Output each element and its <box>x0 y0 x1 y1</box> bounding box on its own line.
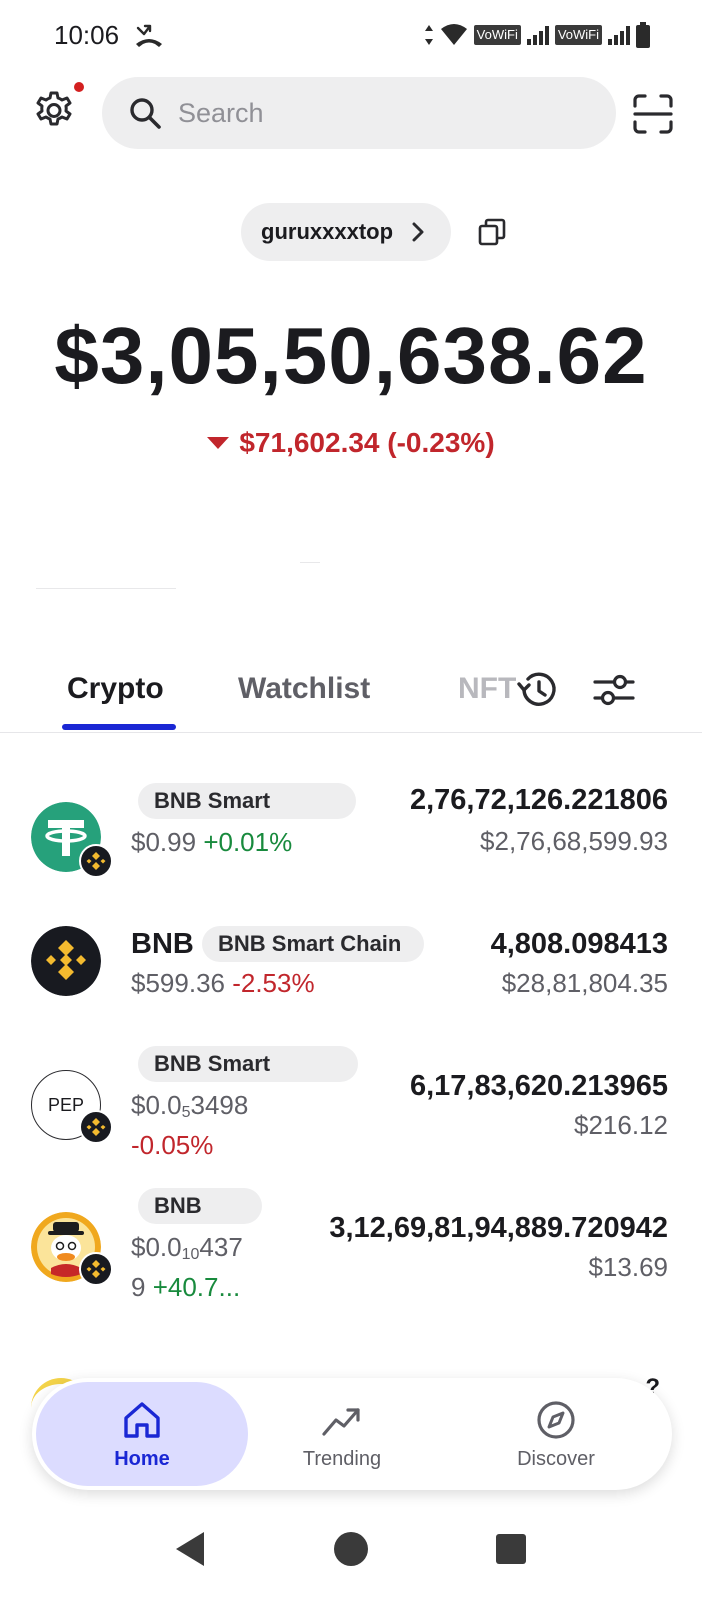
bottom-nav: Home Trending Discover <box>32 1378 672 1490</box>
vowifi-badge: VoWiFi <box>473 25 521 45</box>
nav-trending[interactable]: Trending <box>272 1378 412 1490</box>
wifi-icon <box>440 24 467 45</box>
chart-line <box>36 588 176 589</box>
price-digits: 3498 <box>190 1090 249 1120</box>
search-bar[interactable] <box>102 77 616 149</box>
asset-price: $0.053498 <box>131 1090 248 1122</box>
status-bar: 10:06 VoWiFi VoWiFi <box>0 0 702 72</box>
down-triangle-icon <box>207 437 230 449</box>
nav-trending-label: Trending <box>302 1447 382 1470</box>
chain-pill: BNB <box>138 1188 262 1224</box>
price-wrap-digit: 9 <box>131 1272 146 1302</box>
asset-row-duck[interactable]: BNB $0.010437 9 +40.7... 3,12,69,81,94,8… <box>0 1186 702 1306</box>
asset-row-pep[interactable]: PEP BNB Smart $0.053498 -0.05% 6,17,83,6… <box>0 1044 702 1174</box>
nav-home-label: Home <box>114 1447 170 1470</box>
chain-pill: BNB Smart <box>138 1046 358 1082</box>
asset-row-bnb[interactable]: BNB BNB Smart Chain $599.36 -2.53% 4,808… <box>0 922 702 1032</box>
signal-icon <box>526 25 549 45</box>
tab-nft[interactable]: NFT <box>458 672 516 706</box>
asset-price-value: $599.36 <box>131 968 225 998</box>
search-icon <box>130 98 161 129</box>
price-zero-count: 10 <box>181 1246 200 1263</box>
asset-usd-value: $13.69 <box>588 1252 668 1282</box>
price-zero-count: 5 <box>181 1104 191 1121</box>
asset-name: BNB <box>131 928 194 960</box>
asset-price: $0.99 +0.01% <box>131 827 292 858</box>
status-time: 10:06 <box>54 20 120 50</box>
status-icons: VoWiFi VoWiFi <box>424 20 650 50</box>
asset-usd-value: $28,81,804.35 <box>501 968 668 998</box>
system-nav-bar <box>0 1508 702 1600</box>
tab-crypto[interactable]: Crypto <box>67 672 164 706</box>
asset-change: -2.53% <box>232 968 315 998</box>
scan-qr-icon[interactable] <box>632 93 674 135</box>
filter-sliders-icon[interactable] <box>592 668 636 712</box>
asset-change: -0.05% <box>131 1130 214 1160</box>
bnb-chain-badge-icon <box>79 1110 113 1144</box>
tabs-divider <box>0 732 702 733</box>
asset-price: $599.36 -2.53% <box>131 968 315 999</box>
recents-icon[interactable] <box>496 1534 526 1564</box>
nav-discover[interactable]: Discover <box>476 1378 636 1490</box>
price-prefix: $0.0 <box>131 1090 182 1120</box>
home-circle-icon[interactable] <box>334 1532 368 1566</box>
nav-discover-label: Discover <box>517 1447 595 1470</box>
asset-amount: 2,76,72,126.221806 <box>409 784 668 816</box>
signal-icon <box>608 25 630 45</box>
chain-pill: BNB Smart <box>138 783 356 819</box>
tab-watchlist[interactable]: Watchlist <box>238 672 370 706</box>
settings-gear-icon[interactable] <box>32 90 76 134</box>
asset-row-tether[interactable]: BNB Smart $0.99 +0.01% 2,76,72,126.22180… <box>0 780 702 890</box>
vowifi-badge: VoWiFi <box>554 25 602 45</box>
price-prefix: $0.0 <box>131 1232 182 1262</box>
notification-dot <box>74 82 84 92</box>
asset-price-value: $0.99 <box>131 827 197 857</box>
nav-home[interactable]: Home <box>36 1378 248 1490</box>
missed-call-icon <box>136 24 162 47</box>
bnb-icon <box>31 926 101 996</box>
balance-change: $71,602.34 (-0.23%) <box>0 427 702 459</box>
balance-change-value: $71,602.34 (-0.23%) <box>239 427 495 458</box>
pep-icon-label: PEP <box>47 1094 85 1115</box>
active-tab-indicator <box>62 724 176 730</box>
asset-price: $0.010437 <box>131 1232 243 1264</box>
asset-amount: 4,808.098413 <box>490 928 668 960</box>
chevron-right-icon <box>412 222 424 242</box>
trending-icon <box>322 1407 360 1436</box>
wallet-selector[interactable]: guruxxxxtop <box>241 203 452 261</box>
wallet-name: guruxxxxtop <box>261 219 394 244</box>
compass-icon <box>537 1400 575 1439</box>
asset-change: +0.01% <box>203 827 293 857</box>
chart-line <box>300 562 320 563</box>
history-icon[interactable] <box>516 668 560 712</box>
asset-usd-value: $2,76,68,599.93 <box>480 826 668 856</box>
asset-price-wrap: 9 +40.7... <box>131 1272 240 1303</box>
copy-icon[interactable] <box>478 218 506 246</box>
home-icon <box>124 1401 160 1438</box>
price-digits: 437 <box>199 1232 243 1262</box>
asset-change: +40.7... <box>152 1272 241 1302</box>
back-icon[interactable] <box>176 1532 204 1566</box>
battery-icon <box>636 22 650 48</box>
search-input[interactable] <box>178 97 558 129</box>
chain-pill: BNB Smart Chain <box>202 926 424 962</box>
data-arrows-icon <box>424 25 433 45</box>
bnb-chain-badge-icon <box>79 1252 113 1286</box>
total-balance: $3,05,50,638.62 <box>54 311 648 400</box>
bnb-chain-badge-icon <box>79 844 113 878</box>
asset-amount: 3,12,69,81,94,889.720942 <box>329 1212 668 1244</box>
asset-usd-value: $216.12 <box>574 1110 668 1140</box>
asset-amount: 6,17,83,620.213965 <box>409 1070 668 1102</box>
